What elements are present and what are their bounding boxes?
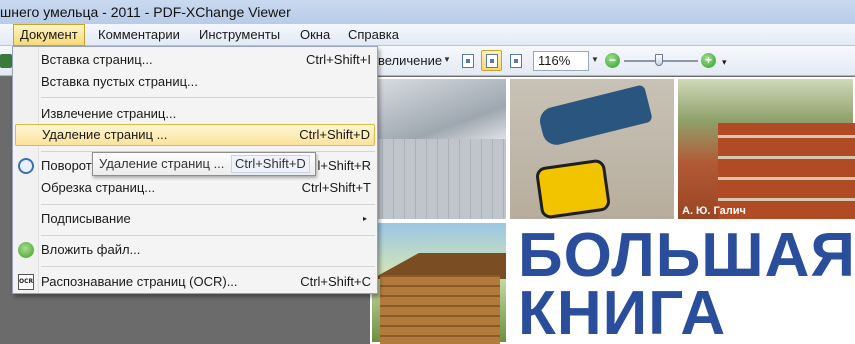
menu-document[interactable]: Документ — [13, 24, 85, 46]
zoom-in-icon[interactable]: + — [701, 53, 716, 68]
tooltip-shortcut: Ctrl+Shift+D — [231, 155, 310, 173]
window-title: шнего умельца - 2011 - PDF-XChange Viewe… — [0, 4, 291, 20]
menu-item-attach-file[interactable]: Вложить файл... — [15, 239, 375, 261]
zoom-mode-label[interactable]: величение — [378, 53, 442, 68]
menu-separator — [41, 266, 375, 267]
title-bar: шнего умельца - 2011 - PDF-XChange Viewe… — [0, 0, 855, 24]
menu-item-extract-pages[interactable]: Извлечение страниц... — [15, 103, 375, 125]
menu-separator — [41, 97, 375, 98]
menu-item-insert-pages[interactable]: Вставка страниц... Ctrl+Shift+I — [15, 49, 375, 71]
zoom-input[interactable]: 116% — [533, 51, 589, 71]
tooltip-label: Удаление страниц ... — [99, 156, 225, 171]
ocr-icon: OCR — [18, 274, 34, 290]
menu-separator — [41, 235, 375, 236]
submenu-arrow-icon: ▸ — [362, 214, 367, 223]
zoom-slider-thumb[interactable] — [655, 54, 663, 66]
menu-item-crop-pages[interactable]: Обрезка страниц... Ctrl+Shift+T — [15, 177, 375, 199]
pdf-page: А. Ю. Галич БОЛЬШАЯ КНИГА — [370, 77, 855, 344]
menu-item-insert-blank-pages[interactable]: Вставка пустых страниц... — [15, 71, 375, 93]
menu-item-signing[interactable]: Подписывание ▸ — [15, 208, 375, 230]
toolbar-icon[interactable] — [0, 54, 12, 68]
book-author: А. Ю. Галич — [682, 205, 746, 217]
bricklaying-photo — [676, 77, 855, 221]
actual-size-icon[interactable] — [505, 50, 526, 71]
menu-windows[interactable]: Окна — [294, 24, 336, 46]
tooltip: Удаление страниц ... Ctrl+Shift+D — [92, 152, 316, 176]
zoom-dropdown-icon[interactable]: ▼ — [591, 55, 599, 64]
menu-help[interactable]: Справка — [342, 24, 405, 46]
bathroom-photo — [370, 77, 508, 221]
menu-bar: Документ Комментарии Инструменты Окна Сп… — [0, 24, 855, 46]
rotate-icon — [18, 158, 34, 174]
menu-item-ocr[interactable]: OCR Распознавание страниц (OCR)... Ctrl+… — [15, 271, 375, 293]
toolbar-overflow-icon[interactable]: ▾ — [722, 57, 727, 68]
attach-file-icon — [18, 242, 34, 258]
menu-separator — [41, 204, 375, 205]
menu-tools[interactable]: Инструменты — [193, 24, 286, 46]
tools-photo — [508, 77, 676, 221]
fit-page-icon[interactable] — [481, 50, 502, 71]
zoom-mode-dropdown-icon[interactable]: ▼ — [443, 55, 451, 64]
book-title-line-1: БОЛЬШАЯ — [518, 221, 855, 290]
menu-comments[interactable]: Комментарии — [92, 24, 186, 46]
menu-item-delete-pages[interactable]: Удаление страниц ... Ctrl+Shift+D — [15, 124, 375, 146]
fit-width-icon[interactable] — [457, 50, 478, 71]
book-title: БОЛЬШАЯ КНИГА — [518, 221, 855, 344]
book-title-line-2: КНИГА — [518, 279, 727, 344]
zoom-out-icon[interactable]: − — [605, 53, 620, 68]
wooden-house-photo — [370, 221, 508, 344]
